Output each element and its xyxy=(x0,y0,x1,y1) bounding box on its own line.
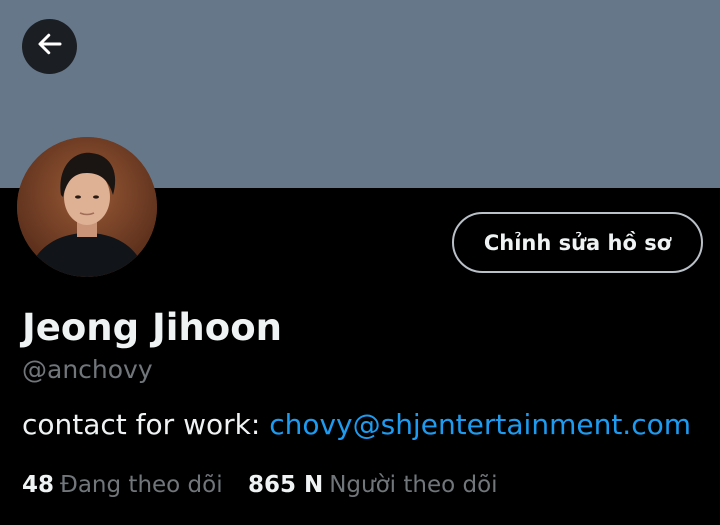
following-count: 48 xyxy=(22,472,55,498)
display-name: Jeong Jihoon xyxy=(22,306,282,349)
followers-count: 865 N xyxy=(247,472,324,498)
username-handle: @anchovy xyxy=(22,355,153,384)
followers-stat[interactable]: 865 N Người theo dõi xyxy=(248,472,498,498)
following-stat[interactable]: 48 Đang theo dõi xyxy=(22,472,223,498)
arrow-left-icon xyxy=(35,29,65,64)
profile-bio: contact for work: chovy@shjentertainment… xyxy=(22,408,691,441)
follow-stats: 48 Đang theo dõi 865 N Người theo dõi xyxy=(22,472,498,498)
following-label: Đang theo dõi xyxy=(60,472,223,498)
bio-email-link[interactable]: chovy@shjentertainment.com xyxy=(269,408,691,441)
back-button[interactable] xyxy=(22,19,77,74)
edit-profile-button[interactable]: Chỉnh sửa hồ sơ xyxy=(452,212,703,273)
avatar-photo xyxy=(17,137,157,277)
bio-text: contact for work: xyxy=(22,408,261,441)
followers-label: Người theo dõi xyxy=(329,472,498,498)
avatar[interactable] xyxy=(17,137,157,277)
